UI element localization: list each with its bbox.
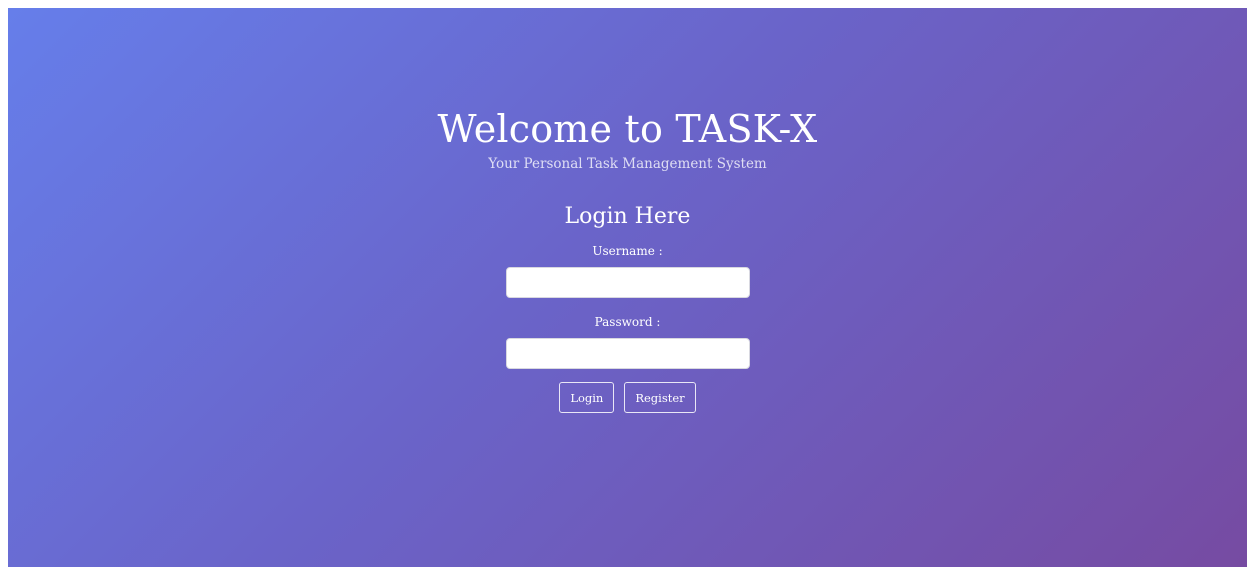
- login-heading: Login Here: [564, 204, 691, 229]
- username-input[interactable]: [505, 267, 750, 298]
- password-label: Password :: [594, 315, 661, 329]
- register-button[interactable]: Register: [624, 382, 696, 413]
- username-label: Username :: [592, 244, 663, 258]
- login-form: Login Here Username : Password : Login R…: [8, 203, 1247, 413]
- login-button[interactable]: Login: [559, 382, 615, 413]
- form-actions: Login Register: [8, 382, 1247, 413]
- welcome-section: Welcome to TASK-X Your Personal Task Man…: [8, 106, 1247, 413]
- page-background: Welcome to TASK-X Your Personal Task Man…: [8, 8, 1247, 567]
- page-title: Welcome to TASK-X: [437, 107, 818, 151]
- page-subtitle: Your Personal Task Management System: [488, 156, 767, 172]
- password-input[interactable]: [505, 338, 750, 369]
